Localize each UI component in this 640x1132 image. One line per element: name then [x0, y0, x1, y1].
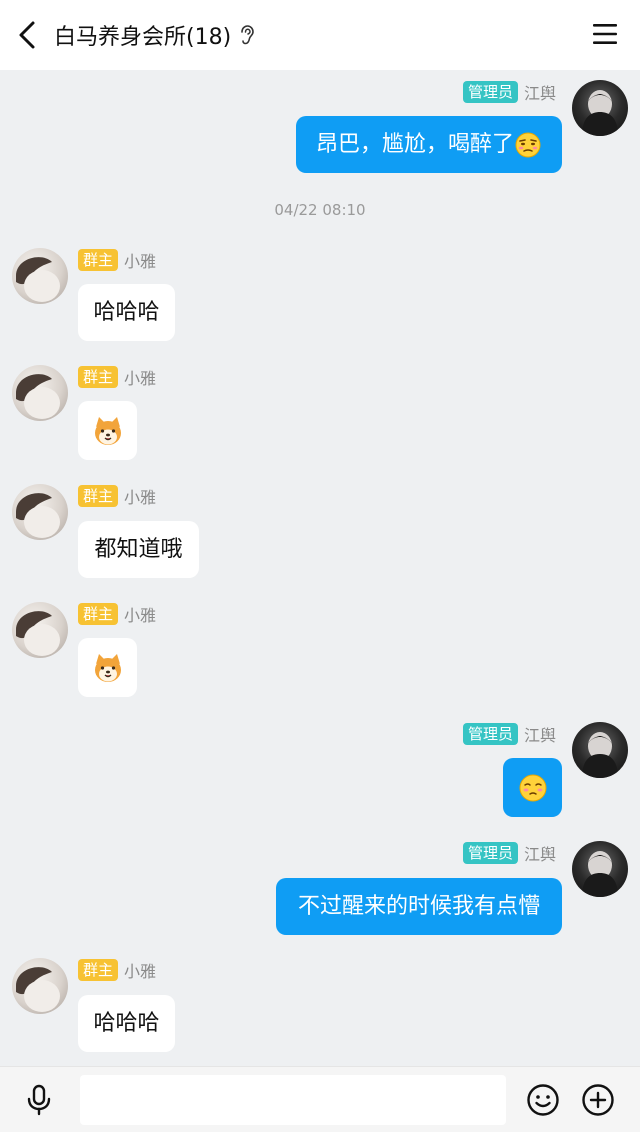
message-text: 都知道哦 [94, 536, 183, 562]
plus-circle-icon [582, 1084, 614, 1116]
admin-badge: 管理员 [462, 81, 518, 103]
admin-badge: 管理员 [462, 842, 518, 864]
admin-badge: 管理员 [462, 723, 518, 745]
hamburger-menu-icon [593, 24, 617, 44]
avatar[interactable] [12, 365, 68, 421]
chat-header: 白马养身会所(18) [0, 0, 640, 70]
message-meta: 管理员 江舆 [462, 722, 556, 746]
message-meta: 管理员 江舆 [462, 841, 556, 865]
sender-name: 江舆 [523, 84, 556, 103]
sticker-bubble[interactable] [78, 638, 137, 697]
timestamp: 04/22 08:10 [274, 201, 366, 219]
emoji-button[interactable] [526, 1083, 560, 1117]
sender-name: 小雅 [124, 252, 157, 271]
sender-name: 江舆 [523, 726, 556, 745]
sender-name: 小雅 [124, 962, 157, 981]
owner-badge: 群主 [78, 959, 119, 981]
message-bubble[interactable]: 不过醒来的时候我有点懵 [276, 878, 562, 935]
owner-badge: 群主 [78, 485, 119, 507]
avatar[interactable] [12, 248, 68, 304]
owner-badge: 群主 [78, 603, 119, 625]
avatar[interactable] [12, 602, 68, 658]
message-meta: 群主 小雅 [78, 365, 156, 389]
menu-button[interactable] [592, 21, 618, 47]
back-button[interactable] [0, 0, 54, 70]
smiley-face-icon [527, 1084, 559, 1116]
shiba-dog-sticker [94, 416, 121, 445]
shiba-dog-sticker [94, 653, 121, 682]
embarrassed-face-emoji [515, 132, 541, 157]
message-text: 哈哈哈 [93, 1010, 160, 1036]
message-input[interactable] [80, 1075, 506, 1125]
group-title[interactable]: 白马养身会所(18) [54, 19, 255, 51]
owner-badge: 群主 [78, 366, 119, 388]
sender-name: 江舆 [523, 845, 556, 864]
message-text: 哈哈哈 [93, 299, 160, 325]
sender-name: 小雅 [124, 606, 157, 625]
message-bubble[interactable]: 昂巴，尴尬，喝醉了 [296, 116, 562, 173]
more-button[interactable] [581, 1083, 615, 1117]
message-text: 昂巴，尴尬，喝醉了 [315, 131, 514, 157]
pleading-face-emoji [519, 774, 546, 801]
avatar[interactable] [572, 722, 628, 778]
input-bar [0, 1066, 640, 1132]
message-bubble[interactable]: 哈哈哈 [78, 995, 175, 1052]
sticker-bubble[interactable] [78, 401, 137, 460]
message-bubble[interactable]: 都知道哦 [78, 521, 199, 578]
ear-icon [241, 25, 254, 45]
avatar[interactable] [572, 80, 628, 136]
message-meta: 群主 小雅 [78, 602, 156, 626]
message-bubble[interactable]: 哈哈哈 [78, 284, 175, 341]
message-list[interactable]: 管理员 江舆 昂巴，尴尬，喝醉了 04/22 08:10 群主 小雅 哈哈哈 群… [0, 70, 640, 1066]
voice-button[interactable] [22, 1083, 56, 1117]
message-meta: 管理员 江舆 [462, 80, 556, 104]
message-bubble[interactable] [503, 758, 562, 817]
avatar[interactable] [572, 841, 628, 897]
chevron-left-icon [19, 21, 35, 49]
microphone-icon [27, 1084, 51, 1116]
message-meta: 群主 小雅 [78, 484, 156, 508]
sender-name: 小雅 [124, 369, 157, 388]
avatar[interactable] [12, 958, 68, 1014]
sender-name: 小雅 [124, 488, 157, 507]
message-meta: 群主 小雅 [78, 248, 156, 272]
message-text: 不过醒来的时候我有点懵 [297, 893, 540, 919]
avatar[interactable] [12, 484, 68, 540]
group-name: 白马养身会所(18) [54, 25, 232, 50]
owner-badge: 群主 [78, 249, 119, 271]
message-meta: 群主 小雅 [78, 958, 156, 982]
